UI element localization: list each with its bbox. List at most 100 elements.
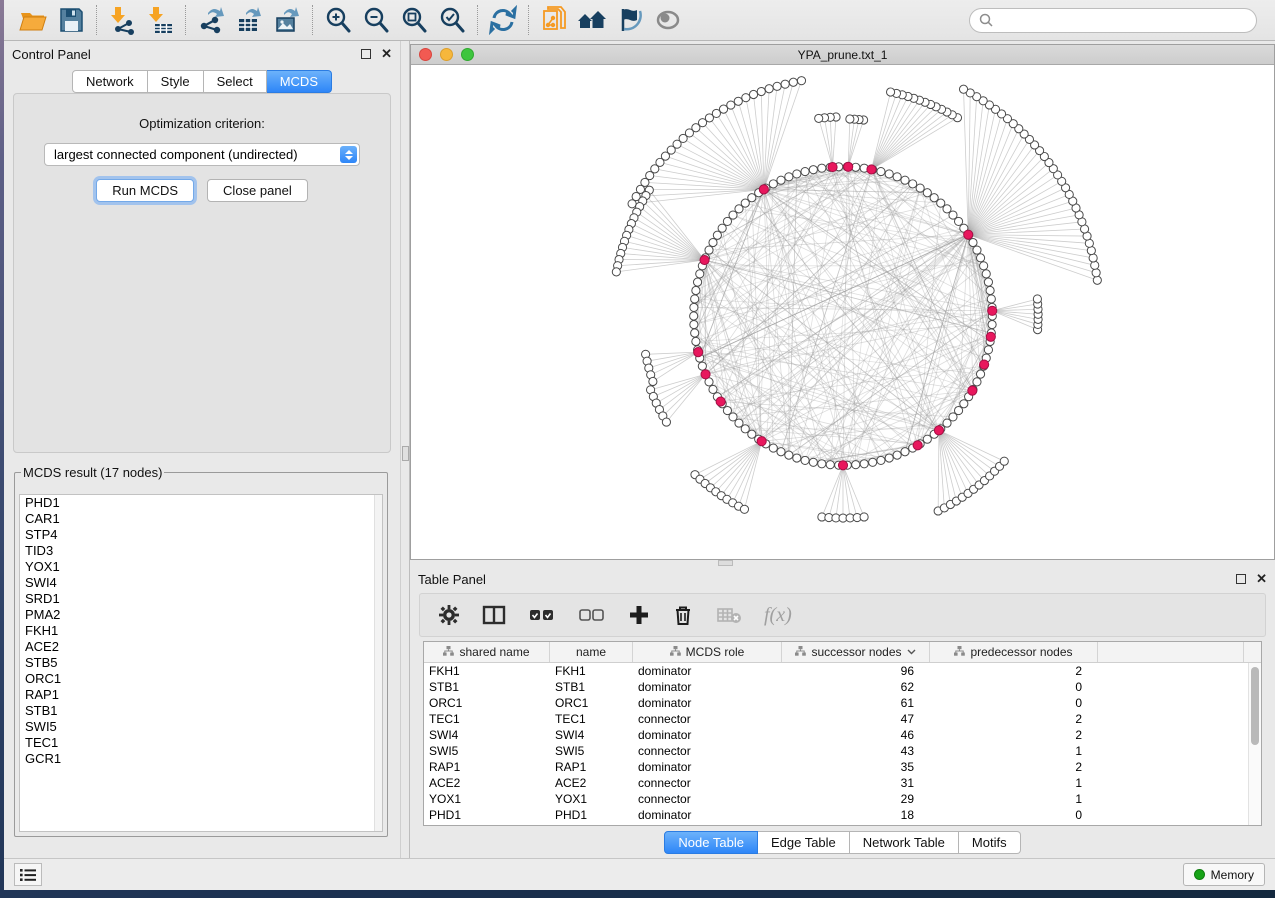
mcds-result-item[interactable]: GCR1 <box>20 751 382 767</box>
table-cell[interactable]: 0 <box>930 695 1098 711</box>
table-cell[interactable]: 46 <box>782 727 930 743</box>
zoom-out-icon[interactable] <box>357 3 395 37</box>
graph-node[interactable] <box>877 167 885 175</box>
table-row[interactable]: YOX1YOX1connector291 <box>424 791 1261 807</box>
graph-node[interactable] <box>869 458 877 466</box>
table-cell[interactable]: 18 <box>782 807 930 823</box>
table-cell[interactable]: ACE2 <box>550 775 633 791</box>
mcds-result-list[interactable]: PHD1CAR1STP4TID3YOX1SWI4SRD1PMA2FKH1ACE2… <box>19 494 383 832</box>
graph-node-dominator[interactable] <box>913 441 922 450</box>
graph-node[interactable] <box>1000 457 1008 465</box>
graph-node[interactable] <box>740 505 748 513</box>
tab-mcds[interactable]: MCDS <box>267 70 332 93</box>
show-columns-icon[interactable] <box>482 604 506 626</box>
table-cell[interactable]: RAP1 <box>424 759 550 775</box>
graph-node[interactable] <box>801 456 809 464</box>
graph-node[interactable] <box>691 295 699 303</box>
mcds-result-item[interactable]: STP4 <box>20 527 382 543</box>
graph-node[interactable] <box>612 268 620 276</box>
table-cell[interactable]: 31 <box>782 775 930 791</box>
table-cell[interactable]: PHD1 <box>550 807 633 823</box>
graph-node-dominator[interactable] <box>968 386 977 395</box>
graph-node[interactable] <box>692 286 700 294</box>
table-cell[interactable]: FKH1 <box>550 663 633 679</box>
zoom-in-icon[interactable] <box>319 3 357 37</box>
table-row[interactable]: FKH1FKH1dominator962 <box>424 663 1261 679</box>
graph-node[interactable] <box>901 176 909 184</box>
table-cell[interactable]: 2 <box>930 663 1098 679</box>
mcds-result-item[interactable]: SWI5 <box>20 719 382 735</box>
graph-node[interactable] <box>749 90 757 98</box>
graph-node[interactable] <box>1033 295 1041 303</box>
graph-node[interactable] <box>893 173 901 181</box>
graph-node[interactable] <box>693 278 701 286</box>
graph-node[interactable] <box>649 377 657 385</box>
deselect-all-icon[interactable] <box>578 605 606 625</box>
table-row[interactable]: ORC1ORC1dominator610 <box>424 695 1261 711</box>
graph-node[interactable] <box>893 451 901 459</box>
table-row[interactable]: TEC1TEC1connector472 <box>424 711 1261 727</box>
graph-node[interactable] <box>1092 269 1100 277</box>
export-table-icon[interactable] <box>230 3 268 37</box>
graph-node[interactable] <box>852 461 860 469</box>
graph-node[interactable] <box>773 82 781 90</box>
graph-node[interactable] <box>987 295 995 303</box>
graph-node-dominator[interactable] <box>694 348 703 357</box>
graph-node[interactable] <box>815 114 823 122</box>
graph-node[interactable] <box>976 254 984 262</box>
graph-node[interactable] <box>691 329 699 337</box>
graph-node[interactable] <box>909 180 917 188</box>
graph-node[interactable] <box>986 286 994 294</box>
close-panel-icon[interactable]: ✕ <box>1256 574 1267 584</box>
table-cell[interactable]: 61 <box>782 695 930 711</box>
graph-node-dominator[interactable] <box>828 162 837 171</box>
mcds-result-item[interactable]: STB1 <box>20 703 382 719</box>
select-all-icon[interactable] <box>528 605 556 625</box>
table-cell[interactable]: 2 <box>930 727 1098 743</box>
table-cell[interactable]: 2 <box>930 759 1098 775</box>
table-cell[interactable]: 47 <box>782 711 930 727</box>
graph-node[interactable] <box>980 262 988 270</box>
table-cell[interactable]: connector <box>633 743 782 759</box>
graph-node-dominator[interactable] <box>986 332 995 341</box>
table-row[interactable]: PHD1PHD1dominator180 <box>424 807 1261 823</box>
vertical-splitter[interactable] <box>400 41 410 858</box>
graph-node-dominator[interactable] <box>867 165 876 174</box>
hide-details-icon[interactable] <box>611 3 649 37</box>
column-header-predecessor-nodes[interactable]: predecessor nodes <box>930 642 1098 662</box>
table-cell[interactable]: 43 <box>782 743 930 759</box>
mcds-result-item[interactable]: YOX1 <box>20 559 382 575</box>
graph-node-dominator[interactable] <box>988 306 997 315</box>
graph-node[interactable] <box>886 88 894 96</box>
graph-node[interactable] <box>959 85 967 93</box>
network-graph[interactable] <box>411 65 1274 559</box>
graph-node[interactable] <box>713 231 721 239</box>
table-cell[interactable]: 1 <box>930 791 1098 807</box>
graph-node[interactable] <box>765 85 773 93</box>
import-table-icon[interactable] <box>141 3 179 37</box>
graph-node[interactable] <box>901 448 909 456</box>
graph-node[interactable] <box>1089 254 1097 262</box>
graph-node[interactable] <box>885 170 893 178</box>
function-builder-icon[interactable]: f(x) <box>764 604 792 627</box>
list-scrollbar[interactable] <box>374 495 382 831</box>
save-session-icon[interactable] <box>52 3 90 37</box>
graph-node[interactable] <box>984 346 992 354</box>
table-cell[interactable]: dominator <box>633 695 782 711</box>
table-cell[interactable]: dominator <box>633 759 782 775</box>
graph-node[interactable] <box>709 238 717 246</box>
table-cell[interactable]: 35 <box>782 759 930 775</box>
graph-node[interactable] <box>723 217 731 225</box>
graph-node[interactable] <box>709 385 717 393</box>
close-panel-icon[interactable]: ✕ <box>381 49 392 59</box>
graph-node[interactable] <box>860 460 868 468</box>
graph-node[interactable] <box>973 378 981 386</box>
graph-node[interactable] <box>923 189 931 197</box>
graph-node[interactable] <box>785 451 793 459</box>
table-cell[interactable]: 29 <box>782 791 930 807</box>
tab-edge-table[interactable]: Edge Table <box>758 831 850 854</box>
table-cell[interactable]: ACE2 <box>424 775 550 791</box>
import-network-icon[interactable] <box>103 3 141 37</box>
graph-node[interactable] <box>718 224 726 232</box>
table-cell[interactable]: YOX1 <box>550 791 633 807</box>
